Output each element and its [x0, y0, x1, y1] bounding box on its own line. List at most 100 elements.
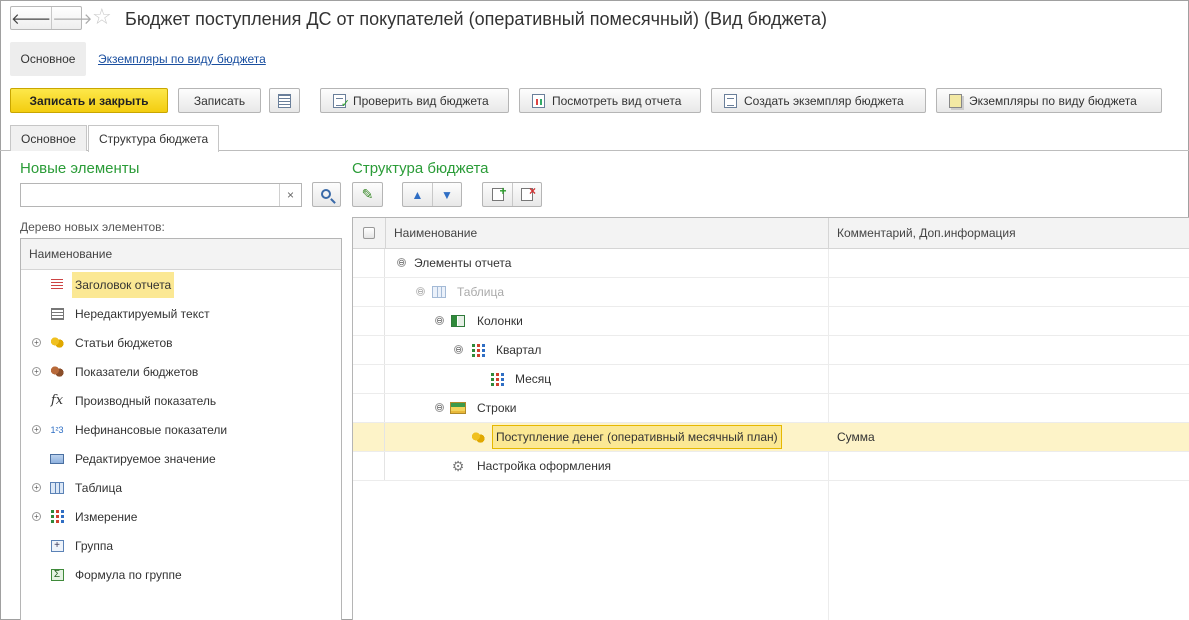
search-button[interactable] [312, 182, 341, 207]
tree-item-group-formula[interactable]: Σ Формула по группе [21, 560, 341, 589]
tree-item-budget-articles[interactable]: + Статьи бюджетов [21, 328, 341, 357]
table-row[interactable]: Месяц [353, 365, 1189, 394]
gear-icon: ⚙ [451, 457, 465, 474]
add-element-icon[interactable]: + [483, 183, 512, 206]
report-header-icon [49, 277, 65, 293]
row-lead [353, 336, 385, 364]
tree-item-label: Формула по группе [75, 567, 182, 582]
dimension-icon [470, 342, 486, 358]
table-row[interactable]: ⊖ Элементы отчета [353, 249, 1189, 278]
tree-item-budget-indicators[interactable]: + Показатели бюджетов [21, 357, 341, 386]
save-button[interactable]: Записать [178, 88, 261, 113]
column-comment-header[interactable]: Комментарий, Доп.информация [828, 218, 1189, 248]
create-budget-instance-button[interactable]: Создать экземпляр бюджета [711, 88, 926, 113]
row-lead [353, 307, 385, 335]
tree-caption: Дерево новых элементов: [20, 220, 165, 234]
search-input[interactable] [21, 184, 276, 206]
columns-icon [450, 313, 466, 329]
row-label: Строки [477, 401, 517, 415]
budget-instances-button[interactable]: Экземпляры по виду бюджета [936, 88, 1162, 113]
document-list-button[interactable] [269, 88, 300, 113]
tab-budget-structure[interactable]: Структура бюджета [88, 125, 220, 152]
report-chart-icon [532, 93, 545, 108]
delete-element-icon[interactable]: × [512, 183, 541, 206]
favorite-star-icon[interactable]: ☆ [92, 4, 112, 30]
tab-main[interactable]: Основное [10, 125, 87, 151]
collapse-icon[interactable]: ⊖ [435, 403, 444, 412]
move-down-icon[interactable]: ▼ [432, 183, 461, 206]
forward-arrow-icon[interactable]: 🡒 [51, 7, 92, 29]
table-row-selected[interactable]: Поступление денег (оперативный месячный … [353, 423, 1189, 452]
collapse-icon[interactable]: ⊖ [416, 287, 425, 296]
rows-icon [450, 400, 466, 416]
coins-icon [49, 335, 65, 351]
row-label: Таблица [457, 285, 505, 299]
table-row[interactable]: ⊖ Колонки [353, 307, 1189, 336]
tree-item-label: Группа [75, 538, 114, 553]
structure-grid: Наименование Комментарий, Доп.информация… [352, 217, 1189, 620]
collapse-icon[interactable]: ⊖ [397, 258, 406, 267]
collapse-icon[interactable]: ⊖ [435, 316, 444, 325]
column-name-header[interactable]: Наименование [385, 218, 828, 248]
tree-column-header[interactable]: Наименование [21, 239, 341, 270]
table-row[interactable]: ⊖ Квартал [353, 336, 1189, 365]
coins-brown-icon [49, 364, 65, 380]
top-tab-instances-link[interactable]: Экземпляры по виду бюджета [98, 52, 266, 66]
numbers-icon: 1²3 [50, 424, 64, 435]
text-icon [49, 306, 65, 322]
save-and-close-button[interactable]: Записать и закрыть [10, 88, 168, 113]
move-up-icon[interactable]: ▲ [403, 183, 432, 206]
tree-item-derived-indicator[interactable]: fx Производный показатель [21, 386, 341, 415]
tree-item-label: Измерение [75, 509, 138, 524]
expand-icon[interactable]: + [32, 483, 41, 492]
expand-icon[interactable]: + [32, 367, 41, 376]
tree-item-dimension[interactable]: + Измерение [21, 502, 341, 531]
tree-item-label: Заголовок отчета [72, 271, 175, 298]
edit-value-icon [49, 451, 65, 467]
collapse-icon[interactable]: ⊖ [454, 345, 463, 354]
new-elements-tree: Наименование Заголовок отчета Нередактир… [20, 238, 342, 620]
tree-item-group[interactable]: + Группа [21, 531, 341, 560]
move-buttons: ▲ ▼ [402, 182, 462, 207]
row-label: Месяц [515, 372, 552, 386]
back-arrow-icon[interactable]: 🡐 [11, 7, 51, 29]
create-budget-instance-label: Создать экземпляр бюджета [744, 93, 904, 108]
group-icon: + [49, 538, 65, 554]
grid-header: Наименование Комментарий, Доп.информация [353, 218, 1189, 249]
row-label: Поступление денег (оперативный месячный … [492, 425, 782, 449]
row-label: Элементы отчета [414, 256, 512, 270]
expand-icon[interactable]: + [32, 512, 41, 521]
save-label: Записать [193, 93, 246, 108]
row-lead [353, 249, 385, 277]
edit-button[interactable]: ✎ [352, 182, 383, 207]
row-label: Настройка оформления [477, 459, 612, 473]
tree-item-table[interactable]: + Таблица [21, 473, 341, 502]
top-tab-main[interactable]: Основное [10, 42, 86, 76]
table-row[interactable]: ⊖ Строки [353, 394, 1189, 423]
coins-icon [470, 429, 486, 445]
row-comment: Сумма [837, 430, 875, 444]
clear-icon[interactable]: × [279, 184, 301, 206]
row-lead [353, 365, 385, 393]
expand-icon[interactable]: + [32, 338, 41, 347]
dimension-icon [489, 371, 505, 387]
tree-item-report-header[interactable]: Заголовок отчета [21, 270, 341, 299]
tree-item-label: Показатели бюджетов [75, 364, 199, 379]
search-icon [320, 188, 331, 199]
table-row[interactable]: ⚙ Настройка оформления [353, 452, 1189, 481]
row-lead [353, 423, 385, 451]
expand-icon[interactable]: + [32, 425, 41, 434]
table-row[interactable]: ⊖ Таблица [353, 278, 1189, 307]
tree-item-nonfinancial-indicators[interactable]: + 1²3 Нефинансовые показатели [21, 415, 341, 444]
save-and-close-label: Записать и закрыть [29, 93, 149, 108]
check-budget-type-button[interactable]: Проверить вид бюджета [320, 88, 509, 113]
tree-item-editable-value[interactable]: Редактируемое значение [21, 444, 341, 473]
view-report-type-button[interactable]: Посмотреть вид отчета [519, 88, 701, 113]
tree-item-static-text[interactable]: Нередактируемый текст [21, 299, 341, 328]
document-icon [724, 93, 737, 108]
row-lead [353, 452, 385, 480]
tree-item-label: Нефинансовые показатели [75, 422, 228, 437]
tree-item-label: Таблица [75, 480, 123, 495]
filter-icon[interactable] [353, 218, 385, 248]
search-field[interactable]: × [20, 183, 302, 207]
